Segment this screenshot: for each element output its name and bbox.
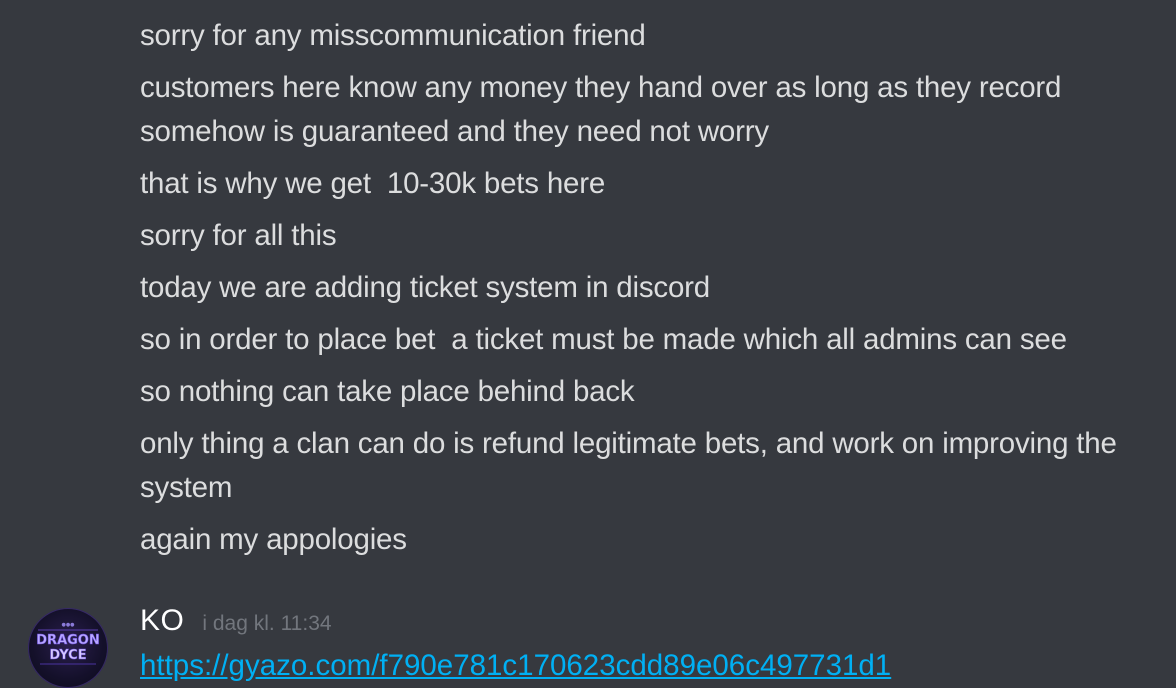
message-line[interactable]: so in order to place bet a ticket must b… <box>140 318 1130 362</box>
message-header: KO i dag kl. 11:34 <box>140 604 332 648</box>
message-line[interactable]: customers here know any money they hand … <box>140 66 1130 154</box>
message-line[interactable]: sorry for all this <box>140 214 1130 258</box>
message-group: sorry for any misscommunication friend c… <box>140 14 1130 570</box>
svg-text:●●●: ●●● <box>61 622 75 628</box>
svg-text:DRAGON: DRAGON <box>36 633 99 648</box>
dragon-dyce-logo-icon: ●●● DRAGON DYCE <box>36 622 100 665</box>
avatar[interactable]: ●●● DRAGON DYCE <box>28 608 108 688</box>
chat-view: sorry for any misscommunication friend c… <box>0 0 1176 688</box>
timestamp: i dag kl. 11:34 <box>202 612 332 635</box>
message-line[interactable]: so nothing can take place behind back <box>140 370 1130 414</box>
message-link[interactable]: https://gyazo.com/f790e781c170623cdd89e0… <box>140 644 891 688</box>
username[interactable]: KO <box>140 604 184 638</box>
message-line[interactable]: sorry for any misscommunication friend <box>140 14 1130 58</box>
message-line[interactable]: again my appologies <box>140 518 1130 562</box>
message-line[interactable]: only thing a clan can do is refund legit… <box>140 422 1130 510</box>
message-line[interactable]: that is why we get 10-30k bets here <box>140 162 1130 206</box>
message-line[interactable]: today we are adding ticket system in dis… <box>140 266 1130 310</box>
svg-text:DYCE: DYCE <box>49 648 86 663</box>
